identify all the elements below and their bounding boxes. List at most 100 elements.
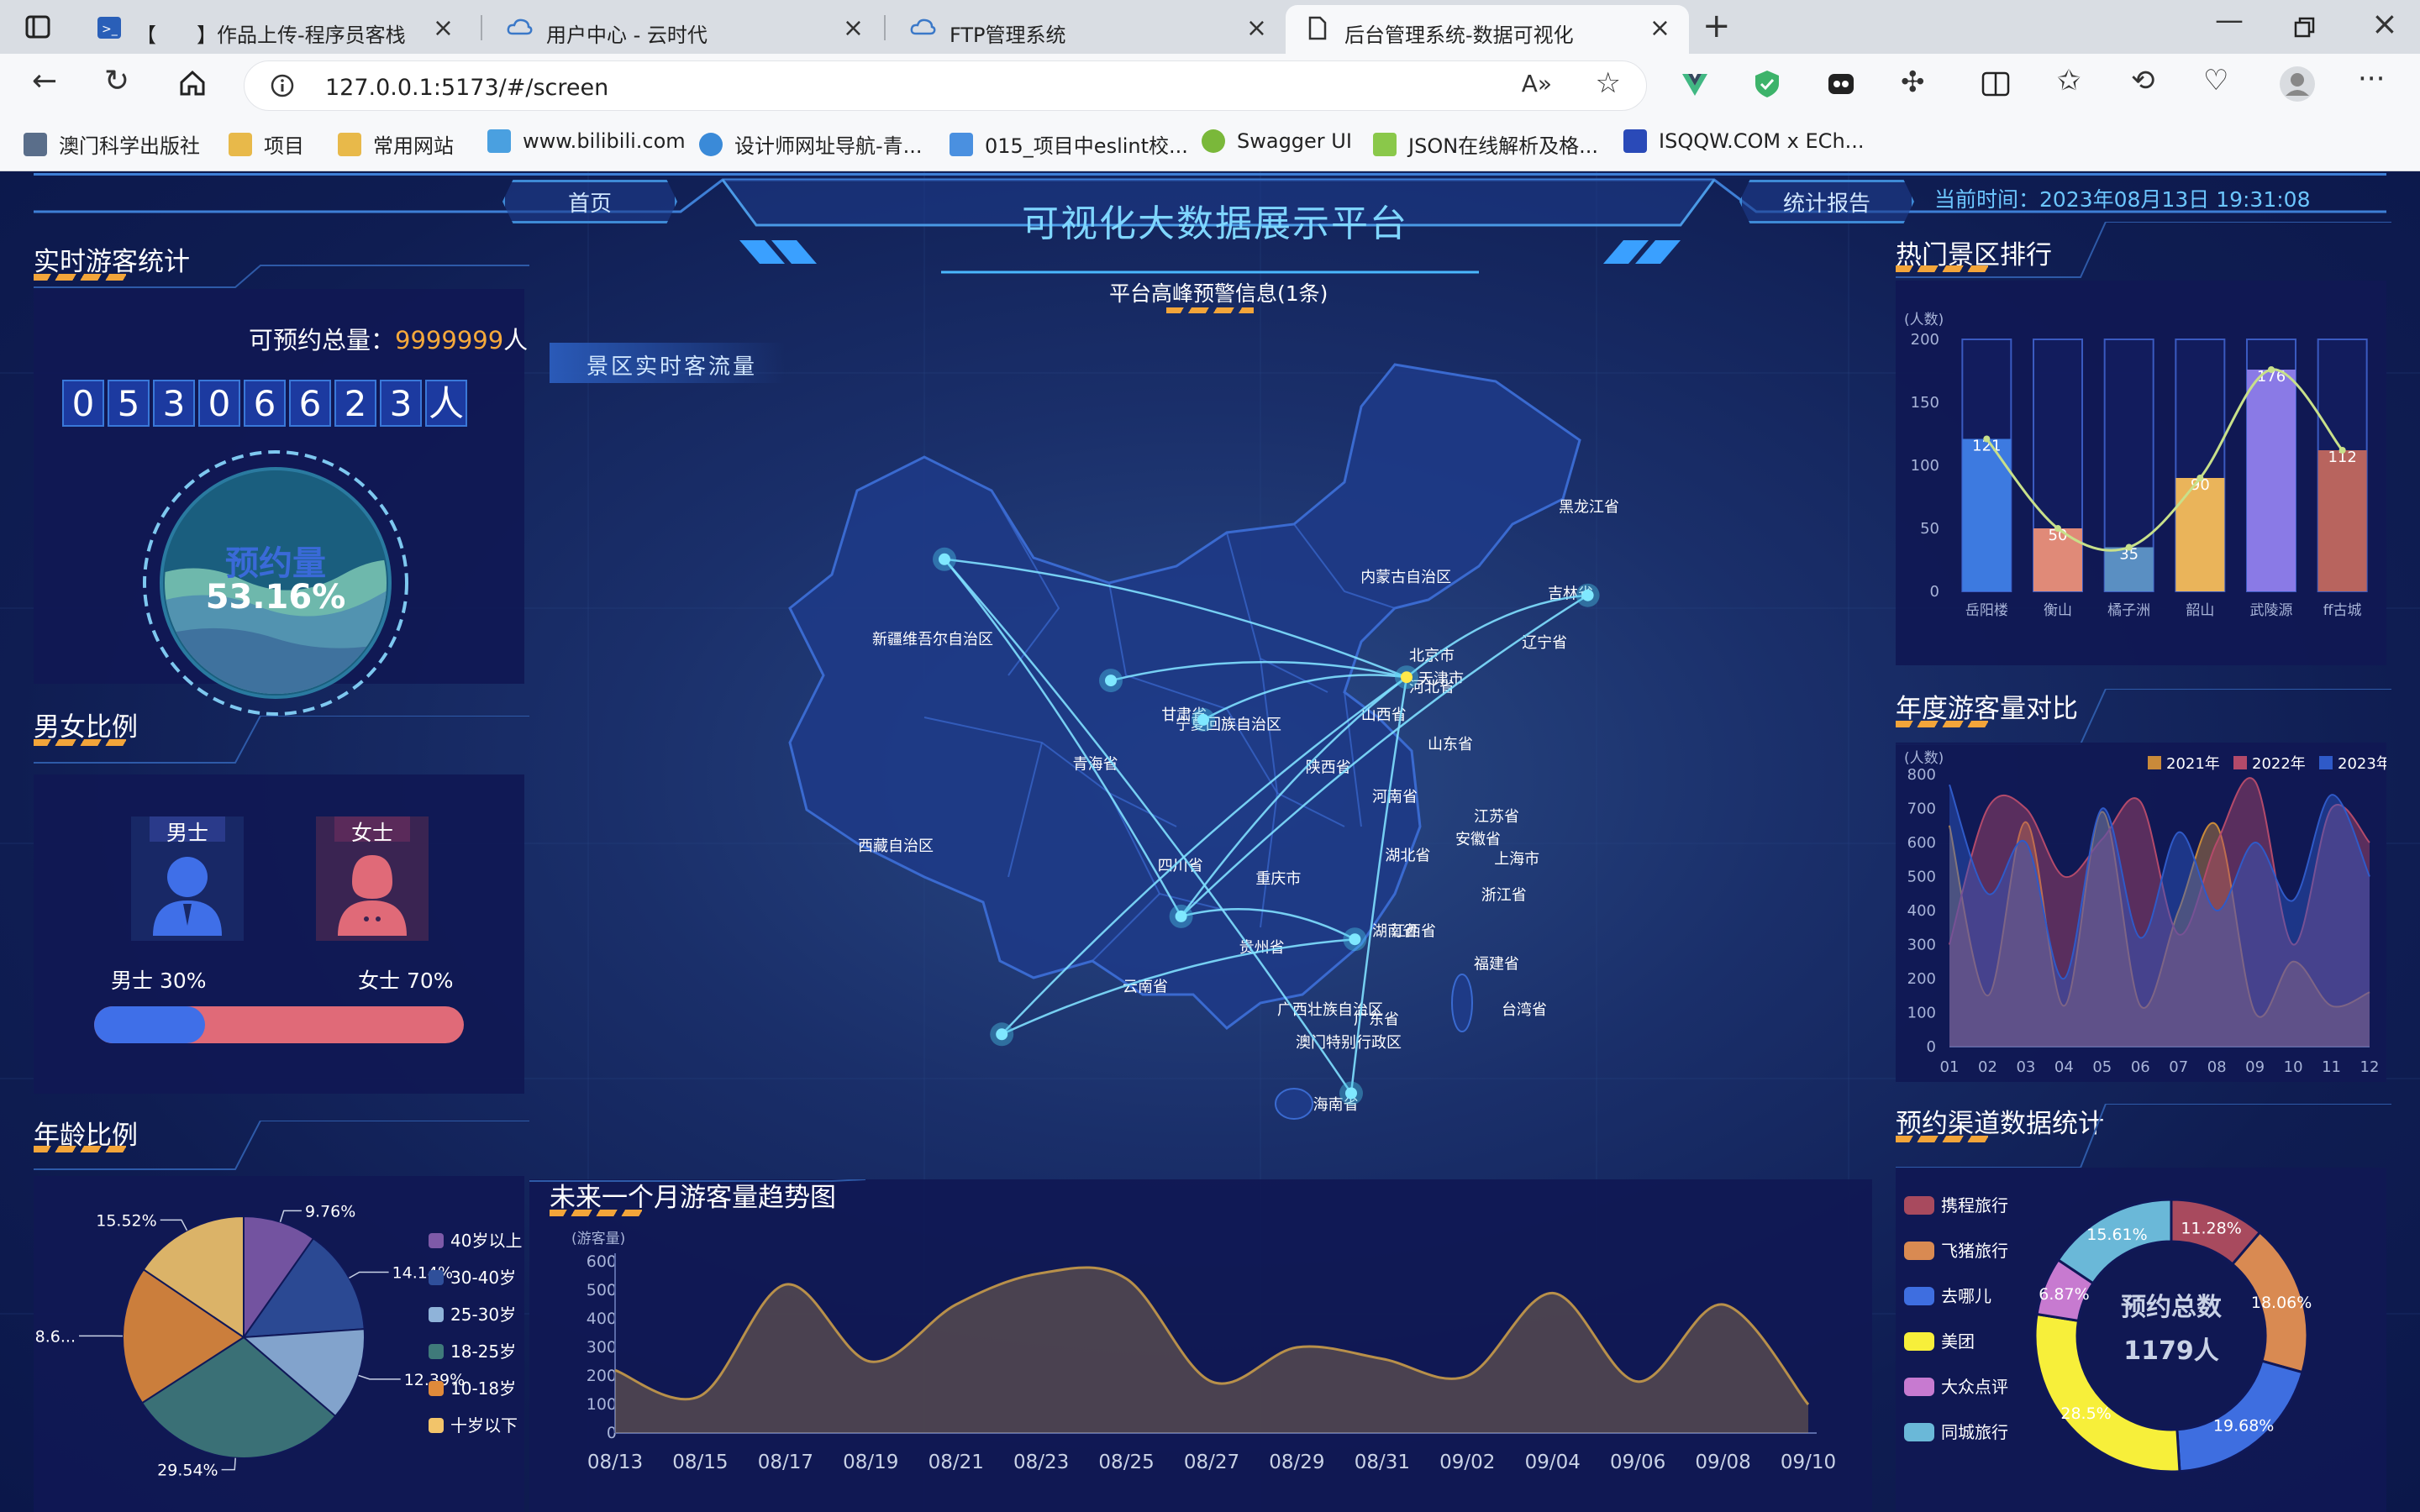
title-underline (34, 1121, 529, 1170)
avatar[interactable] (2279, 66, 2316, 102)
more-icon[interactable]: ··· (2358, 62, 2385, 96)
close-icon[interactable]: × (1246, 13, 1267, 43)
x-tick-label: 08/31 (1355, 1452, 1410, 1473)
alert-text[interactable]: 平台高峰预警信息(1条) (1109, 277, 1328, 307)
bookmark-item[interactable]: www.bilibili.com (487, 129, 686, 153)
close-icon[interactable]: × (843, 13, 864, 43)
bar (2247, 370, 2296, 591)
legend-label: 美团 (1941, 1331, 1975, 1352)
history-icon[interactable]: ⟲ (2131, 64, 2155, 97)
x-tick-label: 09 (2245, 1058, 2265, 1076)
legend-swatch (1904, 1196, 1934, 1215)
x-tick-label: 岳阳楼 (1965, 602, 2008, 619)
pie-label: 18.6... (34, 1327, 76, 1346)
digit-unit: 人 (425, 380, 467, 427)
home-icon[interactable] (178, 69, 207, 97)
read-aloud-icon[interactable]: A» (1522, 70, 1552, 97)
title-underline (34, 716, 529, 764)
tab-separator (481, 15, 482, 40)
close-window-icon[interactable]: × (2371, 5, 2398, 42)
female-card: 女士 (316, 816, 429, 941)
bookmark-item[interactable]: JSON在线解析及格... (1373, 129, 1598, 159)
province-label: 西藏自治区 (858, 837, 934, 855)
bookmark-folder[interactable]: 常用网站 (338, 129, 454, 159)
map-label: 景区实时客流量 (587, 354, 758, 380)
bookmark-folder[interactable]: 项目 (229, 129, 304, 159)
performance-icon[interactable]: ♡ (2203, 64, 2228, 97)
province-label: 台湾省 (1502, 1001, 1547, 1019)
favorites-icon[interactable]: ✩ (2057, 64, 2081, 97)
close-icon[interactable]: × (1649, 13, 1670, 43)
minimize-icon[interactable]: — (2215, 3, 2244, 37)
x-tick-label: 橘子洲 (2107, 602, 2150, 619)
province-label: 重庆市 (1255, 870, 1301, 888)
province-label: 宁夏回族自治区 (1176, 717, 1281, 734)
bookmark-item[interactable]: ISQQW.COM x ECh... (1623, 129, 1865, 153)
channel-panel: 11.28% 18.06% 19.68% 28.5% 6.87% 15.61% 预约总数 11… (1896, 1168, 2386, 1512)
city-node (996, 1028, 1008, 1041)
close-icon[interactable]: × (433, 13, 454, 43)
x-tick-label: 07 (2169, 1058, 2188, 1076)
bookmark-item[interactable]: 设计师网址导航-青... (699, 129, 923, 159)
legend-label: 十岁以下 (450, 1415, 518, 1436)
folder-icon (338, 132, 361, 156)
digit: 6 (244, 380, 286, 427)
bookmark-label: 015_项目中eslint校... (985, 134, 1188, 158)
tab-4-active[interactable]: 后台管理系统-数据可视化 × (1286, 5, 1689, 54)
y-tick-label: 200 (587, 1367, 617, 1385)
digit: 3 (380, 380, 422, 427)
dashboard: 首页 统计报告 可视化大数据展示平台 当前时间：2023年08月13日 19:3… (0, 171, 2420, 1512)
y-tick-label: 400 (587, 1310, 617, 1328)
yearly-panel: (人数) 0 100 200 300 400 500 600 700 800 01 02 03 04 05 0… (1896, 743, 2386, 1082)
report-button[interactable]: 统计报告 (1739, 180, 1914, 223)
title-decoration (550, 1210, 642, 1216)
back-icon[interactable]: ← (32, 64, 57, 98)
y-tick-label: 100 (1907, 1005, 1936, 1022)
tab-3[interactable]: FTP管理系统 × (891, 5, 1286, 54)
url-field[interactable]: 127.0.0.1:5173/#/screen A» ☆ (244, 60, 1647, 111)
svg-text:>_: >_ (102, 23, 118, 36)
tab-bar: >_ 【 】作品上传-程序员客栈 × 用户中心 - 云时代 × FTP管理系统 … (0, 0, 2420, 54)
trend-point (2054, 525, 2061, 532)
home-button[interactable]: 首页 (502, 180, 677, 223)
shield-icon[interactable] (1753, 69, 1781, 99)
refresh-icon[interactable]: ↻ (104, 64, 129, 98)
province-label: 辽宁省 (1522, 634, 1567, 652)
bookmark-item[interactable]: 澳门科学出版社 (24, 129, 200, 159)
province-label: 内蒙古自治区 (1360, 569, 1451, 586)
province-label: 江西省 (1391, 922, 1436, 940)
x-tick-label: 08/19 (843, 1452, 898, 1473)
vue-devtools-icon[interactable] (1681, 71, 1709, 99)
split-screen-icon[interactable] (1981, 71, 2010, 97)
y-axis-label: (人数) (1904, 312, 1944, 328)
tab-1[interactable]: >_ 【 】作品上传-程序员客栈 × (77, 5, 472, 54)
restore-icon[interactable] (2294, 17, 2316, 39)
y-tick-label: 100 (587, 1395, 617, 1414)
province-label: 安徽省 (1455, 831, 1501, 848)
bookmark-label: 设计师网址导航-青... (734, 134, 923, 158)
y-tick-label: 200 (1911, 331, 1939, 349)
area-fill (615, 1267, 1808, 1433)
donut-label: 28.5% (2060, 1404, 2111, 1423)
bookmark-label: Swagger UI (1237, 129, 1352, 153)
new-tab-icon[interactable]: + (1702, 7, 1731, 45)
legend-label: 10-18岁 (450, 1378, 516, 1399)
male-percent-text: 男士 30% (111, 969, 207, 993)
city-node (1105, 675, 1117, 687)
bookmark-item[interactable]: Swagger UI (1202, 129, 1352, 153)
site-icon (24, 132, 47, 156)
tab-2[interactable]: 用户中心 - 云时代 × (487, 5, 882, 54)
tab-actions-icon[interactable] (25, 15, 50, 39)
extension-app-icon[interactable] (1827, 71, 1855, 97)
address-bar: ← ↻ 127.0.0.1:5173/#/screen A» ☆ ✣ ✩ ⟲ ♡… (0, 54, 2420, 119)
hainan-island (1275, 1088, 1313, 1120)
china-flow-map: 黑龙江省吉林省辽宁省内蒙古自治区北京市天津市河北省新疆维吾尔自治区甘肃省宁夏回族… (788, 363, 1619, 1120)
province-label: 福建省 (1474, 955, 1519, 973)
extensions-icon[interactable]: ✣ (1901, 66, 1925, 99)
map-label-bar: 景区实时客流量 (550, 343, 785, 383)
favorite-star-icon[interactable]: ☆ (1596, 66, 1621, 100)
bookmark-label: 项目 (264, 134, 304, 158)
gender-panel: 男士 女士 男士 30% 女士 70% (34, 774, 524, 1094)
bookmark-item[interactable]: 015_项目中eslint校... (950, 129, 1188, 159)
info-icon[interactable] (270, 73, 295, 98)
